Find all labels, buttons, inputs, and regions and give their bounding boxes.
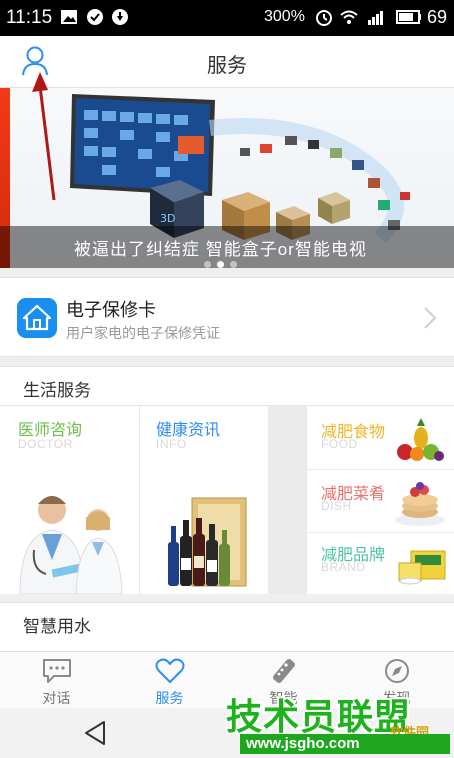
service-subtitle: INFO (156, 437, 187, 451)
doctors-image (19, 496, 123, 594)
network-speed: 300% (264, 8, 305, 25)
tab-label: 对话 (42, 690, 71, 706)
pagination-dot-active[interactable] (217, 261, 224, 268)
house-icon (17, 298, 57, 338)
heart-icon (155, 658, 185, 683)
warranty-subtitle: 用户家电的电子保修凭证 (66, 325, 220, 341)
watermark-url: www.jsgho.com (240, 734, 450, 754)
check-circle-icon (87, 9, 103, 25)
smart-water-header: 智慧用水 (0, 602, 454, 642)
header: 服务 (0, 36, 454, 88)
status-bar: 11:15 300% 69 (0, 0, 454, 36)
pagination-dot[interactable] (230, 261, 237, 268)
tab-service[interactable]: 服务 (113, 652, 226, 709)
svg-text:3D: 3D (160, 212, 175, 225)
promo-banner[interactable]: 3D 被逼出了纠结症 智能盒子or智能电视 (0, 88, 454, 268)
remote-control-icon (273, 659, 295, 683)
image-icon (61, 10, 77, 24)
service-subtitle: BRAND (321, 560, 366, 574)
service-brand[interactable]: 减肥品牌 BRAND (307, 533, 454, 594)
section-title: 智慧用水 (23, 617, 91, 636)
chevron-right-icon (424, 307, 437, 329)
fruit-image (397, 418, 444, 461)
watermark-text: 技术员联盟 (226, 696, 412, 737)
battery-icon (396, 10, 421, 24)
service-food[interactable]: 减肥食物 FOOD (307, 406, 454, 469)
signal-3g-icon (368, 11, 383, 25)
service-doctor[interactable]: 医师咨询 DOCTOR (0, 406, 139, 594)
life-services-header: 生活服务 (0, 366, 454, 406)
grid-gap (268, 406, 306, 594)
life-services-grid: 医师咨询 DOCTOR 健康资讯 INFO 减肥食物 FOOD 减肥菜肴 DIS… (0, 406, 454, 594)
download-icon (112, 9, 128, 25)
tab-label: 服务 (155, 690, 184, 706)
tab-chat[interactable]: 对话 (0, 652, 113, 709)
compass-icon (385, 659, 409, 683)
service-subtitle: DISH (321, 499, 352, 513)
section-title: 生活服务 (23, 381, 91, 400)
wine-bottles-image (168, 497, 247, 587)
chat-bubble-icon (43, 659, 71, 683)
service-info[interactable]: 健康资讯 INFO (140, 406, 268, 594)
wifi-icon (340, 10, 358, 24)
page-title: 服务 (207, 55, 247, 77)
back-icon[interactable] (82, 720, 108, 746)
pagination-dot[interactable] (204, 261, 211, 268)
pancake-image (395, 482, 445, 526)
warranty-card[interactable]: 电子保修卡 用户家电的电子保修凭证 (0, 277, 454, 357)
product-box-image (398, 550, 446, 585)
banner-pagination (204, 255, 243, 268)
battery-level: 69 (427, 7, 448, 27)
service-dish[interactable]: 减肥菜肴 DISH (307, 470, 454, 532)
service-subtitle: FOOD (321, 437, 358, 451)
warranty-title: 电子保修卡 (66, 300, 156, 320)
service-subtitle: DOCTOR (18, 437, 73, 451)
alarm-icon (316, 10, 332, 26)
status-time: 11:15 (6, 7, 53, 28)
